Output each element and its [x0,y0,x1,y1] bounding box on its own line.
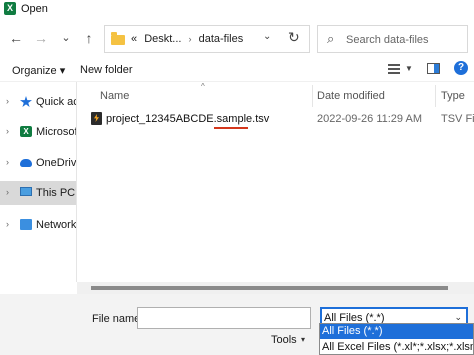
tsv-file-icon [91,112,102,125]
navigation-bar: ← → ⌄ ↑ « Deskt... › data-files ⌄ ↻ ⌕ [0,20,474,58]
window-title: Open [21,3,48,15]
cloud-icon [20,159,32,167]
sort-indicator-icon: ^ [201,82,205,91]
breadcrumb-chevron-icon[interactable]: › [189,34,192,44]
extension-highlight [214,127,248,129]
file-list: ^ Name Date modified Type project_12345A… [77,82,474,282]
expand-chevron-icon[interactable]: › [6,96,9,106]
search-input[interactable] [346,32,464,48]
view-options-icon[interactable] [388,64,400,74]
expand-chevron-icon[interactable]: › [6,187,9,197]
folder-icon [111,32,125,45]
file-name-input[interactable] [137,307,311,329]
view-dropdown-icon[interactable]: ▼ [405,64,413,73]
up-folder-icon[interactable]: ↑ [79,28,99,48]
back-icon[interactable]: ← [6,28,26,48]
forward-icon[interactable]: → [31,28,51,48]
file-name-label: File name: [92,313,144,325]
sidebar-item-onedrive[interactable]: › OneDrive [0,151,76,175]
preview-pane-icon[interactable] [427,63,440,74]
expand-chevron-icon[interactable]: › [6,157,9,167]
sidebar-item-network[interactable]: › Network [0,213,76,237]
horizontal-scrollbar[interactable] [77,282,474,294]
sidebar-item-label: OneDrive [36,157,76,169]
network-icon [20,219,32,230]
navigation-pane: › Quick acc › X Microsoft › OneDrive › T… [0,82,76,282]
chevron-down-icon[interactable]: ⌄ [454,312,462,323]
expand-chevron-icon[interactable]: › [6,219,9,229]
sidebar-item-label: Microsoft [36,126,76,138]
file-type: TSV File [441,113,474,125]
organize-button[interactable]: Organize ▾ [12,64,65,77]
column-divider[interactable] [312,85,313,107]
sidebar-item-label: This PC [36,187,76,199]
search-icon: ⌕ [327,31,335,46]
address-dropdown-icon[interactable]: ⌄ [263,31,271,42]
filter-option-all-excel-files[interactable]: All Excel Files (*.xl*;*.xlsx;*.xlsm;*.x… [320,340,473,354]
sidebar-item-microsoft[interactable]: › X Microsoft [0,120,76,144]
file-row[interactable]: project_12345ABCDE.sample.tsv 2022-09-26… [77,110,474,130]
tools-button[interactable]: Tools [271,334,297,346]
tools-dropdown-icon[interactable]: ▾ [301,335,305,344]
help-icon[interactable]: ? [454,61,468,75]
refresh-icon[interactable]: ↻ [288,29,300,46]
breadcrumb: « Deskt... › data-files [131,33,247,45]
file-type-dropdown-list: All Files (*.*) All Excel Files (*.xl*;*… [319,323,474,355]
search-box[interactable]: ⌕ [317,25,468,53]
scrollbar-thumb[interactable] [91,286,448,290]
recent-locations-icon[interactable]: ⌄ [56,28,76,48]
file-date-modified: 2022-09-26 11:29 AM [317,113,422,125]
column-header-name[interactable]: Name [100,90,129,102]
column-header-date-modified[interactable]: Date modified [317,90,385,102]
command-bar: Organize ▾ New folder ▼ ? [0,58,474,82]
title-bar: X Open [0,0,474,20]
sidebar-item-label: Quick acc [36,96,76,108]
sidebar-item-quick-access[interactable]: › Quick acc [0,90,76,114]
star-icon [20,96,32,107]
breadcrumb-desktop[interactable]: Deskt... [144,33,181,45]
file-name[interactable]: project_12345ABCDE.sample.tsv [106,113,269,125]
new-folder-button[interactable]: New folder [80,64,133,76]
breadcrumb-data-files[interactable]: data-files [199,33,244,45]
column-divider[interactable] [435,85,436,107]
sidebar-item-this-pc[interactable]: › This PC [0,181,76,205]
excel-icon: X [20,126,32,137]
column-header-type[interactable]: Type [441,90,465,102]
expand-chevron-icon[interactable]: › [6,126,9,136]
sidebar-item-label: Network [36,219,76,231]
address-bar[interactable]: « Deskt... › data-files ⌄ ↻ [104,25,310,53]
filter-option-all-files[interactable]: All Files (*.*) [320,324,473,339]
breadcrumb-overflow[interactable]: « [131,33,137,45]
computer-icon [20,187,32,196]
excel-icon: X [4,2,16,15]
